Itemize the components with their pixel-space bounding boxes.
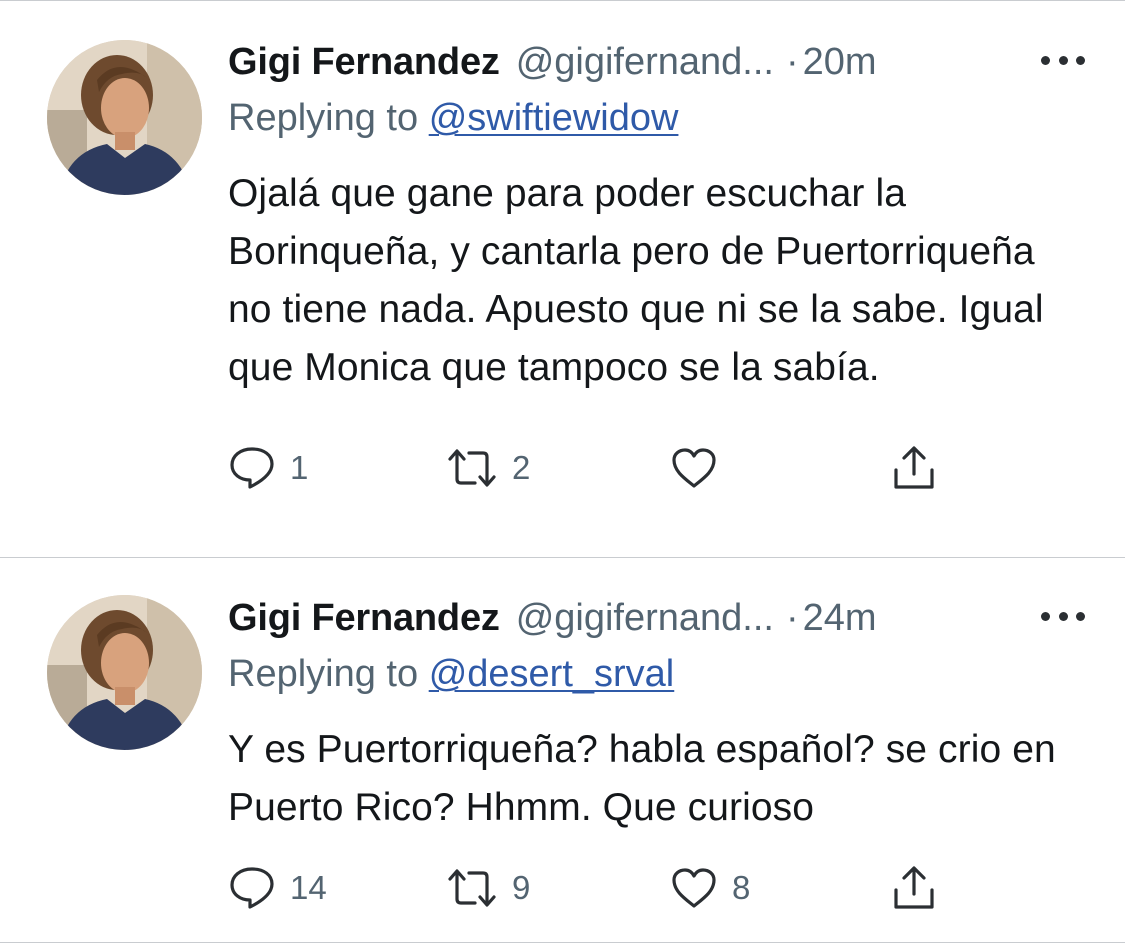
like-button[interactable] xyxy=(670,443,732,493)
retweet-count: 9 xyxy=(512,869,531,906)
profile-photo xyxy=(47,40,202,195)
author-handle[interactable]: @gigifernand... xyxy=(516,41,774,84)
replying-to: Replying to @swiftiewidow xyxy=(228,95,1085,141)
reply-count: 14 xyxy=(290,869,327,906)
like-button[interactable]: 8 xyxy=(670,863,750,913)
like-icon xyxy=(672,868,716,908)
tweet-timeline: Gigi Fernandez @gigifernand... · 20m Rep… xyxy=(0,0,1125,944)
profile-photo xyxy=(47,595,202,750)
reply-button[interactable]: 1 xyxy=(228,443,308,493)
tweet-time[interactable]: 24m xyxy=(803,597,877,640)
retweet-button[interactable]: 2 xyxy=(446,443,530,493)
tweet-header: Gigi Fernandez @gigifernand... · 24m xyxy=(228,595,1085,641)
retweet-icon xyxy=(448,869,496,907)
tweet[interactable]: Gigi Fernandez @gigifernand... · 24m Rep… xyxy=(0,558,1125,943)
more-options-icon[interactable] xyxy=(1041,45,1085,75)
replying-label: Replying to xyxy=(228,97,419,139)
reply-count: 1 xyxy=(290,449,309,486)
author-handle[interactable]: @gigifernand... xyxy=(516,597,774,640)
replying-to-link[interactable]: @swiftiewidow xyxy=(429,97,679,139)
tweet-header: Gigi Fernandez @gigifernand... · 20m xyxy=(228,39,1085,85)
share-button[interactable] xyxy=(890,443,938,493)
tweet-body: Gigi Fernandez @gigifernand... · 20m Rep… xyxy=(228,39,1085,397)
share-button[interactable] xyxy=(890,863,938,913)
reply-icon xyxy=(230,447,274,489)
replying-to: Replying to @desert_srval xyxy=(228,651,1085,697)
tweet-actions: 14 9 8 xyxy=(0,863,934,913)
replying-label: Replying to xyxy=(228,653,419,695)
like-count: 8 xyxy=(732,869,751,906)
time-separator: · xyxy=(785,40,799,83)
tweet-time[interactable]: 20m xyxy=(803,41,877,84)
retweet-icon xyxy=(448,449,496,487)
tweet[interactable]: Gigi Fernandez @gigifernand... · 20m Rep… xyxy=(0,1,1125,558)
share-icon xyxy=(894,866,934,909)
tweet-actions: 1 2 xyxy=(0,443,934,493)
tweet-text: Y es Puertorriqueña? habla español? se c… xyxy=(228,728,1056,829)
reply-icon xyxy=(230,867,274,909)
share-icon xyxy=(894,446,934,489)
more-options-icon[interactable] xyxy=(1041,601,1085,631)
avatar[interactable] xyxy=(47,40,202,195)
author-name[interactable]: Gigi Fernandez xyxy=(228,41,500,84)
author-name[interactable]: Gigi Fernandez xyxy=(228,597,500,640)
avatar[interactable] xyxy=(47,595,202,750)
tweet-body: Gigi Fernandez @gigifernand... · 24m Rep… xyxy=(228,595,1085,837)
retweet-button[interactable]: 9 xyxy=(446,863,530,913)
replying-to-link[interactable]: @desert_srval xyxy=(429,653,675,695)
retweet-count: 2 xyxy=(512,449,531,486)
like-icon xyxy=(672,448,716,488)
time-separator: · xyxy=(785,596,799,639)
tweet-text: Ojalá que gane para poder escuchar la Bo… xyxy=(228,172,1044,389)
reply-button[interactable]: 14 xyxy=(228,863,327,913)
